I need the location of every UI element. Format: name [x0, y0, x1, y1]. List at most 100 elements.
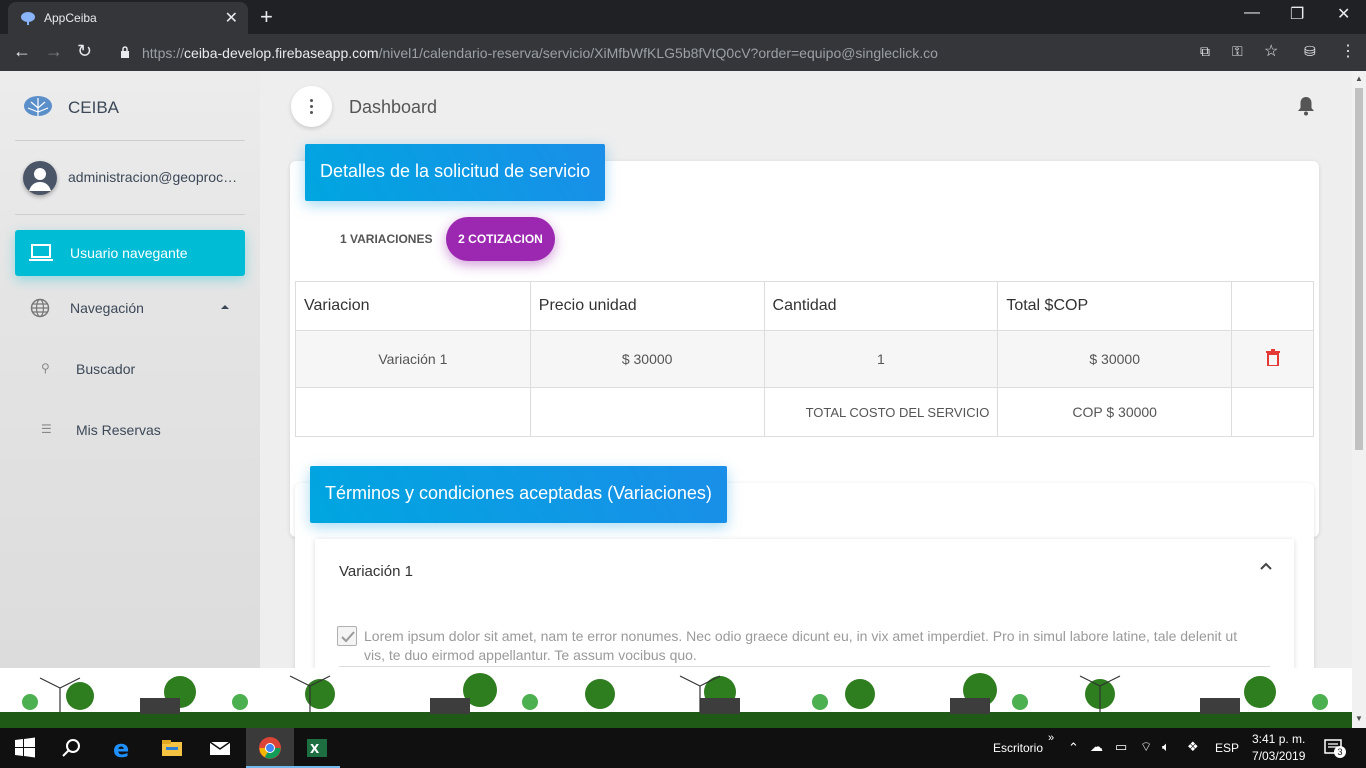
lock-icon	[121, 46, 129, 58]
browser-tab-strip: AppCeiba ✕ + — ❐ ✕	[0, 0, 1366, 34]
dropbox-icon[interactable]: ❖	[1187, 739, 1199, 755]
bookmark-star-icon[interactable]: ☆	[1264, 41, 1278, 61]
expansion-panel[interactable]: Variación 1 Lorem ipsum dolor sit amet, …	[315, 539, 1294, 668]
svg-text:e: e	[113, 736, 129, 760]
caret-up-icon	[221, 305, 229, 309]
column-header: Total $COP	[997, 281, 1233, 331]
address-bar[interactable]: https://ceiba-develop.firebaseapp.com/ni…	[106, 38, 1286, 67]
search-icon[interactable]	[60, 736, 84, 760]
scrollbar-thumb[interactable]	[1355, 88, 1363, 450]
column-header: Precio unidad	[529, 281, 765, 331]
browser-tab[interactable]: AppCeiba ✕	[8, 2, 248, 34]
chrome-taskbar-button[interactable]	[246, 728, 294, 768]
tab-cotizacion[interactable]: 2 COTIZACION	[446, 217, 555, 261]
column-header: Cantidad	[763, 281, 999, 331]
divider	[339, 666, 1270, 667]
language-indicator[interactable]: ESP	[1215, 741, 1239, 755]
tree-icon	[21, 12, 35, 25]
ceiba-logo-icon	[24, 96, 52, 116]
chevron-right-icon[interactable]: »	[1048, 732, 1054, 744]
url-path: /nivel1/calendario-reserva/servicio/XiMf…	[378, 45, 938, 61]
quote-table: Variacion Precio unidad Cantidad Total $…	[295, 281, 1314, 437]
details-card-header: Detalles de la solicitud de servicio	[305, 144, 606, 201]
table-row-summary: TOTAL COSTO DEL SERVICIO COP $ 30000	[295, 387, 1314, 437]
delete-icon[interactable]	[1265, 349, 1280, 366]
new-tab-icon[interactable]: +	[260, 4, 273, 30]
sidebar-item-label: Navegación	[70, 300, 144, 316]
sidebar: CEIBA administracion@geoprocesos.com Usu…	[0, 71, 260, 668]
excel-icon: X	[307, 739, 327, 757]
column-header: Variacion	[295, 281, 531, 331]
url-scheme: https://	[142, 45, 185, 61]
cell-cantidad: 1	[763, 330, 999, 388]
key-icon[interactable]: ⚿	[1232, 43, 1243, 60]
sidebar-toggle-button[interactable]	[291, 86, 332, 127]
table-row: Variación 1 $ 30000 1 $ 30000	[295, 330, 1314, 388]
column-header	[1231, 281, 1314, 331]
scroll-down-icon[interactable]: ▼	[1355, 714, 1363, 723]
sidebar-item-navegacion[interactable]: Navegación	[15, 288, 245, 328]
cell-empty	[529, 387, 765, 437]
forward-icon[interactable]: →	[45, 41, 63, 62]
divider	[15, 140, 245, 141]
cell-empty	[295, 387, 531, 437]
forest-illustration	[0, 673, 1352, 728]
more-vert-icon	[310, 99, 313, 102]
translate-icon[interactable]: ⧉	[1200, 43, 1210, 60]
sidebar-item-label: Mis Reservas	[76, 422, 161, 438]
minimize-icon[interactable]: —	[1244, 4, 1260, 22]
reload-icon[interactable]: ↻	[77, 41, 92, 62]
globe-icon	[30, 298, 50, 318]
brand-name[interactable]: CEIBA	[68, 98, 119, 118]
sidebar-item-label: Usuario navegante	[70, 245, 188, 261]
sidebar-item-label: Buscador	[76, 361, 136, 377]
url-host: ceiba-develop.firebaseapp.com	[184, 45, 379, 61]
search-icon: ⚲	[41, 361, 50, 375]
mail-icon[interactable]	[208, 736, 232, 760]
back-icon[interactable]: ←	[13, 41, 31, 62]
tray-expand-icon[interactable]: ⌃	[1068, 740, 1079, 756]
chrome-menu-icon[interactable]: ⋮	[1340, 41, 1356, 61]
page-title[interactable]: Dashboard	[349, 97, 437, 118]
desktop-label[interactable]: Escritorio	[993, 741, 1043, 755]
scroll-up-icon[interactable]: ▲	[1355, 74, 1363, 83]
terms-card-header: Términos y condiciones aceptadas (Variac…	[310, 466, 727, 523]
volume-icon[interactable]: 🔈︎	[1162, 739, 1170, 755]
tab-title: AppCeiba	[44, 11, 97, 25]
sidebar-item-mis-reservas[interactable]: ☰ Mis Reservas	[15, 410, 245, 450]
page-scrollbar[interactable]: ▲ ▼	[1352, 71, 1366, 728]
summary-value: COP $ 30000	[997, 387, 1233, 437]
cloud-icon[interactable]: ☁	[1090, 739, 1103, 755]
cell-empty	[1231, 387, 1314, 437]
file-explorer-icon[interactable]	[160, 736, 184, 760]
cell-total: $ 30000	[997, 330, 1233, 388]
chevron-up-icon[interactable]	[1260, 561, 1272, 571]
extension-icon[interactable]: ⛁	[1304, 43, 1316, 60]
edge-icon[interactable]: e	[111, 736, 135, 760]
user-email[interactable]: administracion@geoprocesos.com	[68, 169, 244, 185]
close-tab-icon[interactable]: ✕	[225, 8, 238, 28]
sidebar-item-usuario-navegante[interactable]: Usuario navegante	[15, 230, 245, 276]
cell-actions	[1231, 330, 1314, 388]
page-content: CEIBA administracion@geoprocesos.com Usu…	[0, 71, 1352, 668]
clock-date[interactable]: 7/03/2019	[1252, 749, 1305, 763]
battery-icon[interactable]: ▭	[1115, 739, 1127, 755]
notifications-bell-icon[interactable]	[1297, 96, 1315, 116]
wifi-icon[interactable]: ⌔	[1140, 739, 1152, 755]
table-header-row: Variacion Precio unidad Cantidad Total $…	[295, 281, 1314, 331]
sidebar-item-buscador[interactable]: ⚲ Buscador	[15, 349, 245, 389]
clock-time[interactable]: 3:41 p. m.	[1252, 732, 1305, 746]
avatar[interactable]	[23, 161, 57, 195]
terms-accepted-checkbox[interactable]	[337, 626, 357, 646]
windows-taskbar: e X Escritorio » ⌃ ☁ ▭ ⌔ 🔈︎ ❖ ESP 3:41 p…	[0, 728, 1366, 768]
action-center-button[interactable]: 3	[1324, 739, 1346, 758]
excel-taskbar-button[interactable]: X	[294, 728, 340, 768]
chrome-icon	[259, 737, 281, 759]
windows-start-icon[interactable]	[13, 736, 37, 760]
tab-variaciones[interactable]: 1 VARIACIONES	[340, 232, 432, 246]
close-window-icon[interactable]: ✕	[1337, 4, 1350, 24]
cell-variacion: Variación 1	[295, 330, 531, 388]
notification-count-badge: 3	[1334, 746, 1346, 758]
restore-icon[interactable]: ❐	[1290, 4, 1304, 24]
divider	[15, 214, 245, 215]
